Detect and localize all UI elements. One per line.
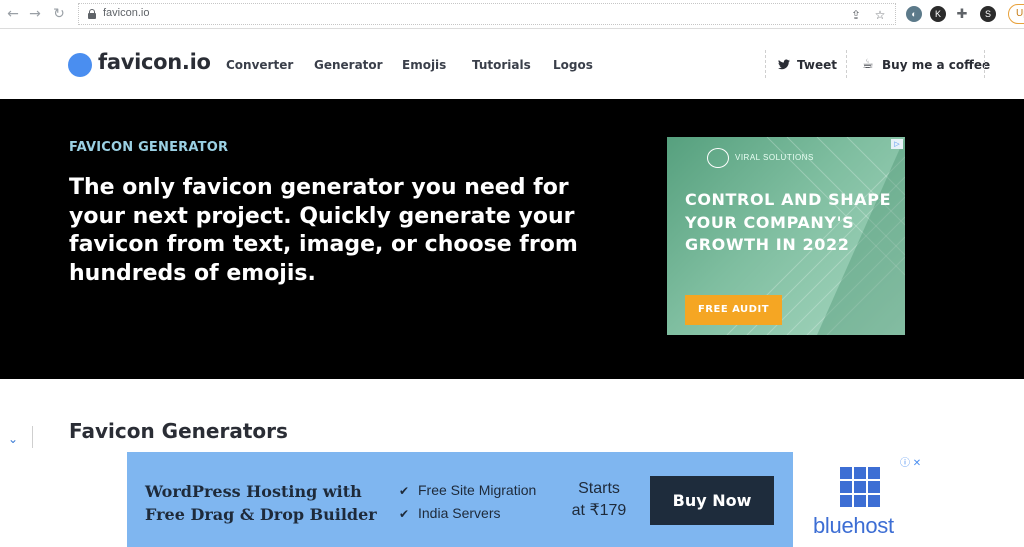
- chevron-down-icon[interactable]: ⌄: [4, 430, 22, 448]
- address-bar[interactable]: favicon.io ⇪ ☆: [78, 3, 896, 25]
- url-text: favicon.io: [103, 7, 150, 19]
- buy-me-coffee-link[interactable]: Buy me a coffee: [882, 58, 990, 72]
- feature-label: India Servers: [418, 505, 501, 521]
- puzzle-extensions-icon[interactable]: ✚: [954, 6, 970, 22]
- nav-generator[interactable]: Generator: [314, 58, 383, 72]
- bookmark-star-icon[interactable]: ☆: [873, 8, 887, 22]
- reload-icon[interactable]: ↻: [50, 5, 68, 23]
- update-button[interactable]: Up: [1008, 4, 1024, 24]
- ad-brand-name: VIRAL SOLUTIONS: [735, 153, 814, 162]
- ad-close-icon[interactable]: ⓘ ✕: [900, 454, 921, 469]
- bluehost-brand[interactable]: bluehost: [813, 513, 894, 539]
- extension-icon[interactable]: ◐: [906, 6, 922, 22]
- tweet-link[interactable]: Tweet: [797, 58, 837, 72]
- free-audit-button[interactable]: FREE AUDIT: [685, 295, 782, 325]
- banner-price: Starts at ₹179: [559, 478, 639, 522]
- nav-tutorials[interactable]: Tutorials: [472, 58, 531, 72]
- coffee-cup-icon[interactable]: ☕: [862, 57, 874, 72]
- banner-feature-item: ✔ Free Site Migration: [399, 482, 536, 498]
- ad-choices-icon[interactable]: ▷: [891, 139, 903, 149]
- forward-arrow-icon[interactable]: →: [26, 5, 44, 23]
- hero-ad[interactable]: VIRAL SOLUTIONS ▷ CONTROL AND SHAPE YOUR…: [667, 137, 905, 335]
- site-logo[interactable]: favicon.io: [98, 50, 211, 74]
- site-header: favicon.io Converter Generator Emojis Tu…: [0, 29, 1024, 99]
- share-icon[interactable]: ⇪: [849, 8, 863, 22]
- hero-headline: The only favicon generator you need for …: [69, 175, 578, 286]
- extension-k-icon[interactable]: K: [930, 6, 946, 22]
- lock-icon: [88, 9, 96, 19]
- nav-converter[interactable]: Converter: [226, 58, 293, 72]
- twitter-bird-icon[interactable]: [778, 59, 790, 70]
- browser-toolbar: ← → ↻ favicon.io ⇪ ☆ ◐ K ✚ S Up: [0, 0, 1024, 29]
- price-value: at ₹179: [571, 502, 627, 519]
- bluehost-logo-icon[interactable]: [840, 467, 880, 507]
- nav-logos[interactable]: Logos: [553, 58, 593, 72]
- profile-avatar[interactable]: S: [980, 6, 996, 22]
- back-arrow-icon[interactable]: ←: [4, 5, 22, 23]
- divider: [32, 426, 38, 448]
- ad-headline: CONTROL AND SHAPE YOUR COMPANY'S GROWTH …: [685, 190, 892, 254]
- checkmark-icon: ✔: [399, 507, 410, 521]
- logo-circle-icon[interactable]: [68, 53, 92, 77]
- divider: [984, 50, 985, 78]
- banner-ad-title: WordPress Hosting with Free Drag & Drop …: [145, 482, 377, 524]
- ad-brand-logo-icon: [707, 148, 729, 168]
- hero-section: FAVICON GENERATOR The only favicon gener…: [0, 99, 1024, 379]
- price-prefix: Starts: [578, 480, 620, 497]
- nav-emojis[interactable]: Emojis: [402, 58, 446, 72]
- banner-ad[interactable]: WordPress Hosting with Free Drag & Drop …: [127, 452, 793, 547]
- section-title: Favicon Generators: [69, 419, 288, 443]
- buy-now-button[interactable]: Buy Now: [650, 476, 774, 525]
- divider: [846, 50, 847, 78]
- checkmark-icon: ✔: [399, 484, 410, 498]
- feature-label: Free Site Migration: [418, 482, 537, 498]
- hero-kicker: FAVICON GENERATOR: [69, 140, 229, 155]
- banner-feature-item: ✔ India Servers: [399, 505, 500, 521]
- divider: [765, 50, 766, 78]
